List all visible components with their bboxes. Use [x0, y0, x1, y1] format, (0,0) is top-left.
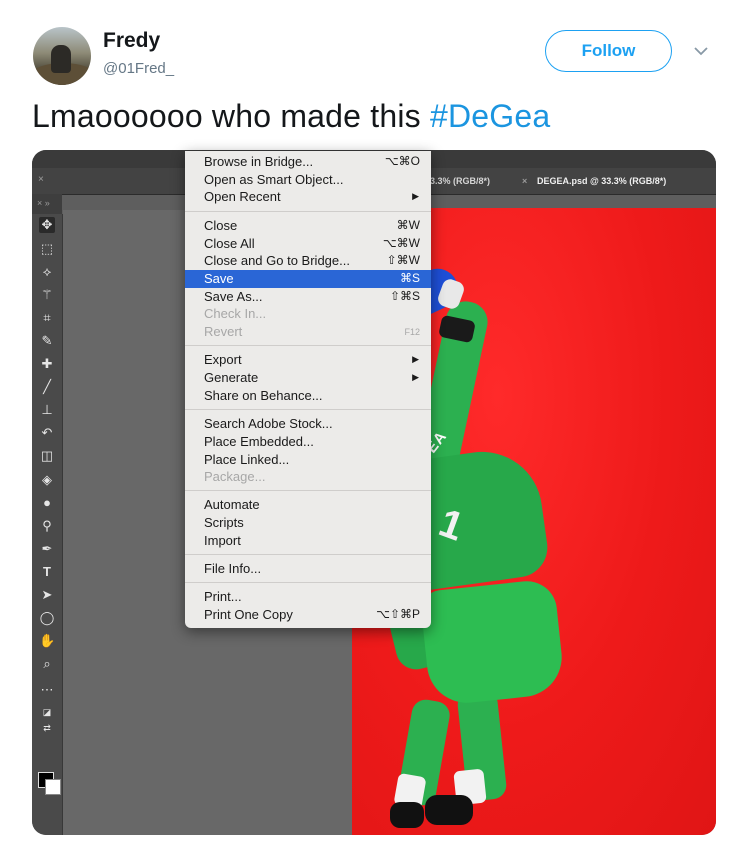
menu-item-place-embedded[interactable]: Place Embedded...	[185, 433, 431, 451]
marquee-tool-icon[interactable]: ⬚	[39, 241, 55, 257]
pen-tool-icon[interactable]: ✒	[39, 541, 55, 557]
user-handle[interactable]: @01Fred_	[103, 60, 174, 77]
eyedropper-tool-icon[interactable]: ✎	[39, 333, 55, 349]
blur-tool-icon[interactable]: ●	[39, 495, 55, 511]
eraser-tool-icon[interactable]: ◫	[39, 448, 55, 464]
menu-item-generate[interactable]: Generate ▶	[185, 369, 431, 387]
file-menu: Browse in Bridge... ⌥⌘O Open as Smart Obj…	[185, 151, 431, 628]
menu-item-place-linked[interactable]: Place Linked...	[185, 451, 431, 469]
menu-item-open-recent[interactable]: Open Recent ▶	[185, 188, 431, 206]
type-tool-icon[interactable]: T	[39, 564, 55, 580]
submenu-arrow-icon: ▶	[412, 354, 419, 364]
display-name[interactable]: Fredy	[103, 29, 160, 53]
menu-item-check-in: Check In...	[204, 306, 267, 321]
menu-separator	[185, 490, 431, 491]
menu-item-close[interactable]: Close ⌘W	[185, 217, 431, 235]
toolbar-header: × »	[32, 194, 62, 214]
background-color-swatch[interactable]	[45, 779, 61, 795]
menu-item-import[interactable]: Import	[185, 532, 431, 550]
menu-item-save-as[interactable]: Save As... ⇧⌘S	[185, 288, 431, 306]
menu-item-close-and-go-to-bridge[interactable]: Close and Go to Bridge... ⇧⌘W	[185, 252, 431, 270]
document-tab-1[interactable]: 3.3% (RGB/8*)	[430, 168, 490, 194]
crop-tool-icon[interactable]: ⌗	[39, 310, 55, 326]
lasso-tool-icon[interactable]: ⟡	[39, 264, 55, 280]
menu-item-open-as-smart-object[interactable]: Open as Smart Object...	[185, 171, 431, 189]
menu-separator	[185, 345, 431, 346]
menu-item-package: Package...	[204, 469, 266, 484]
chevron-down-icon[interactable]	[692, 42, 710, 60]
path-selection-tool-icon[interactable]: ➤	[39, 587, 55, 603]
brush-tool-icon[interactable]: ╱	[39, 379, 55, 395]
keeper-boot	[390, 802, 424, 828]
menu-item-scripts[interactable]: Scripts	[185, 514, 431, 532]
submenu-arrow-icon: ▶	[412, 191, 419, 201]
menu-item-browse-in-bridge[interactable]: Browse in Bridge... ⌥⌘O	[185, 153, 431, 171]
keeper-boot	[425, 795, 473, 825]
menu-item-automate[interactable]: Automate	[185, 496, 431, 514]
keeper-shorts	[419, 578, 566, 707]
default-colors-icon[interactable]: ◪ ⇄	[39, 704, 55, 733]
menu-item-share-on-behance[interactable]: Share on Behance...	[185, 387, 431, 405]
menu-separator	[185, 554, 431, 555]
menu-item-file-info[interactable]: File Info...	[185, 560, 431, 578]
menu-separator	[185, 409, 431, 410]
clone-stamp-tool-icon[interactable]: ⊥	[39, 402, 55, 418]
move-tool-icon[interactable]: ✥	[39, 217, 55, 233]
tools-panel: ✥ ⬚ ⟡ ⚚ ⌗ ✎ ✚ ╱ ⊥ ↶ ◫ ◈ ● ⚲ ✒ T ➤ ◯ ✋ ⌕ …	[32, 214, 63, 835]
submenu-arrow-icon: ▶	[412, 372, 419, 382]
zoom-tool-icon[interactable]: ⌕	[39, 656, 55, 672]
menu-item-export[interactable]: Export ▶	[185, 351, 431, 369]
follow-button[interactable]: Follow	[545, 30, 672, 72]
hashtag-link[interactable]: #DeGea	[430, 98, 550, 134]
menu-separator	[185, 211, 431, 212]
hand-tool-icon[interactable]: ✋	[39, 633, 55, 649]
tweet-text: Lmaoooooo who made this #DeGea	[32, 98, 550, 135]
menu-item-search-adobe-stock[interactable]: Search Adobe Stock...	[185, 415, 431, 433]
avatar[interactable]	[33, 27, 91, 85]
more-tools-icon[interactable]: ⋯	[39, 682, 55, 698]
paint-bucket-tool-icon[interactable]: ◈	[39, 472, 55, 488]
menu-item-print[interactable]: Print...	[185, 588, 431, 606]
tweet-text-plain: Lmaoooooo who made this	[32, 98, 430, 134]
menu-separator	[185, 582, 431, 583]
menu-item-save[interactable]: Save ⌘S	[185, 270, 431, 288]
menu-item-print-one-copy[interactable]: Print One Copy ⌥⇧⌘P	[185, 606, 431, 624]
history-brush-tool-icon[interactable]: ↶	[39, 425, 55, 441]
avatar-person	[51, 45, 71, 73]
healing-brush-tool-icon[interactable]: ✚	[39, 356, 55, 372]
menu-item-revert: Revert F12	[204, 324, 420, 339]
document-tab-2[interactable]: DEGEA.psd @ 33.3% (RGB/8*)	[537, 168, 666, 194]
dodge-tool-icon[interactable]: ⚲	[39, 518, 55, 534]
menu-item-close-all[interactable]: Close All ⌥⌘W	[185, 235, 431, 253]
tab-close-icon[interactable]: ×	[522, 168, 527, 194]
ellipse-tool-icon[interactable]: ◯	[39, 610, 55, 626]
panel-close-icon[interactable]: ×	[38, 174, 44, 185]
magic-wand-tool-icon[interactable]: ⚚	[39, 287, 55, 303]
